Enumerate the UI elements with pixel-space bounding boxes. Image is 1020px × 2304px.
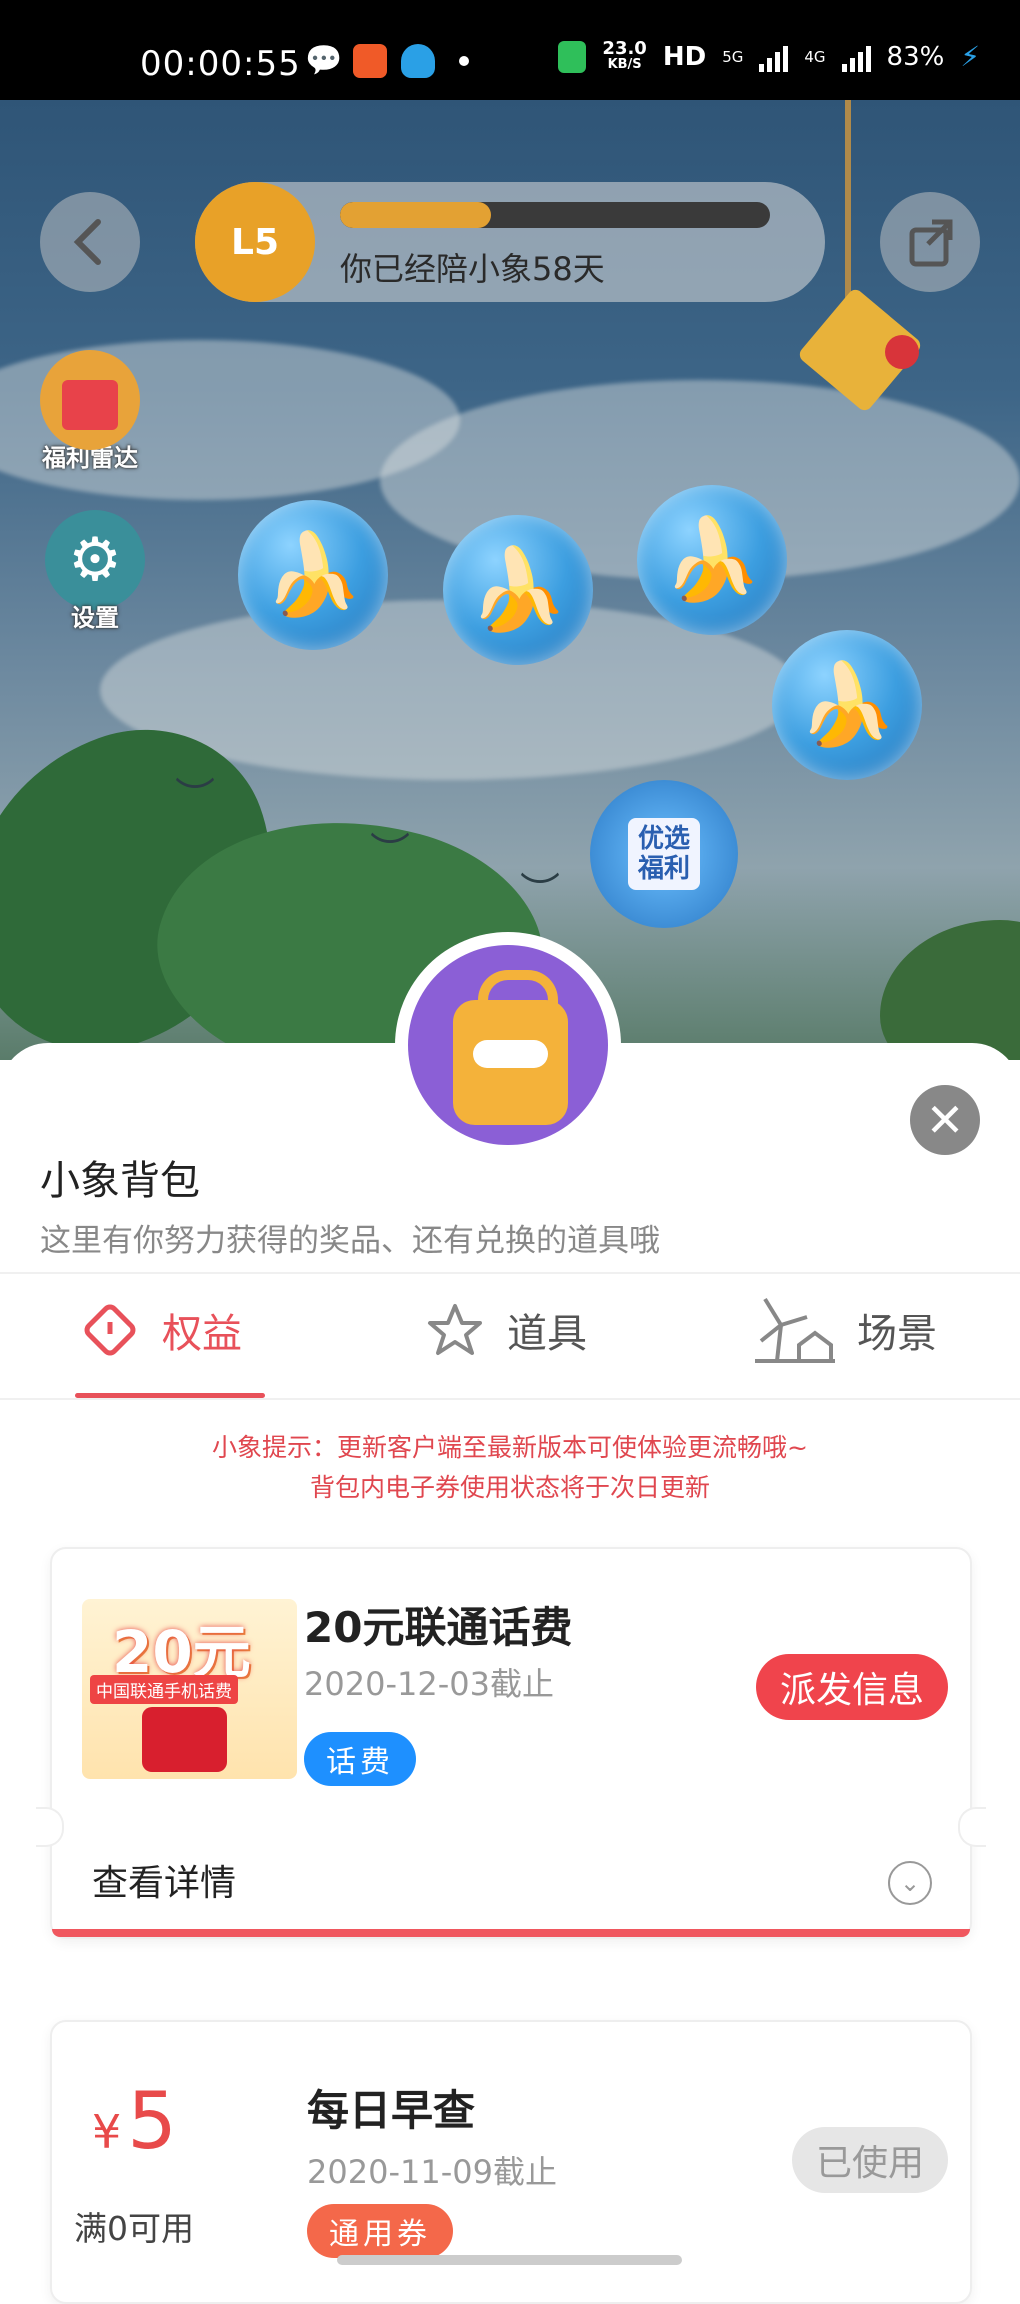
rope xyxy=(845,100,851,310)
notice-line-1: 小象提示：更新客户端至最新版本可使体验更流畅哦~ xyxy=(212,1433,808,1462)
tab-benefits-label: 权益 xyxy=(162,1311,242,1357)
phone-credit-thumbnail: 20元 中国联通手机话费 xyxy=(82,1599,297,1779)
share-button[interactable] xyxy=(880,192,980,292)
level-badge: L5 xyxy=(195,182,315,302)
min-use-text: 满0可用 xyxy=(74,2209,194,2248)
companion-days-text: 你已经陪小象58天 xyxy=(340,250,605,288)
banana-icon: 🍌 xyxy=(468,543,568,636)
banana-icon: 🍌 xyxy=(662,513,762,606)
bird-icon: ︶ xyxy=(175,775,215,821)
welfare-radar-button[interactable]: 福利雷达 xyxy=(35,350,145,473)
sheet-title: 小象背包 xyxy=(40,1158,200,1204)
settings-label: 设置 xyxy=(71,604,119,632)
signal-4g-label: 4G xyxy=(804,47,826,66)
game-scene: L5 你已经陪小象58天 福利雷达 ⚙ 设置 🍌 🍌 🍌 🍌 ︶ ︶ ︶ 优选福… xyxy=(0,100,1020,1060)
backpack-icon xyxy=(408,945,608,1145)
banana-bubble[interactable]: 🍌 xyxy=(772,630,922,780)
bird-icon: ︶ xyxy=(520,870,560,916)
thumb-caption: 中国联通手机话费 xyxy=(90,1675,238,1704)
card-accent-bar xyxy=(52,1929,970,1937)
system-indicators: 23.0 KB/S HD 5G 4G 83% ⚡ xyxy=(558,37,980,73)
shield-app-icon xyxy=(401,44,435,78)
notification-dot xyxy=(885,335,919,369)
card-deadline: 2020-11-09截止 xyxy=(307,2153,557,2191)
chevron-down-icon[interactable]: ⌄ xyxy=(888,1861,932,1905)
network-speed: 23.0 KB/S xyxy=(602,37,647,73)
hd-label: HD xyxy=(662,41,707,72)
gear-icon: ⚙ xyxy=(45,510,145,610)
used-button[interactable]: 已使用 xyxy=(791,2127,948,2193)
card-name: 每日早查 xyxy=(307,2086,476,2135)
ticket-icon xyxy=(80,1300,140,1360)
close-icon: ✕ xyxy=(925,1093,965,1147)
view-details-link[interactable]: 查看详情 xyxy=(92,1854,236,1906)
notification-icons: 💬 xyxy=(305,44,469,78)
settings-button[interactable]: ⚙ 设置 xyxy=(40,510,150,633)
backpack-avatar xyxy=(395,932,621,1158)
star-icon xyxy=(425,1300,485,1360)
level-progress-fill xyxy=(340,202,491,228)
red-packet-icon xyxy=(142,1707,227,1772)
coupon-amount: 5 xyxy=(127,2077,177,2167)
clock: 00:00:55 xyxy=(140,44,301,84)
tab-items-label: 道具 xyxy=(507,1311,587,1357)
gift-icon xyxy=(40,350,140,450)
vpn-icon xyxy=(558,40,587,73)
network-speed-value: 23.0 xyxy=(602,37,647,59)
selected-benefits-button[interactable]: 优选福利 xyxy=(590,780,738,928)
coupon-value: ¥5 xyxy=(92,2077,177,2167)
divider xyxy=(0,1272,1020,1274)
wechat-icon: 💬 xyxy=(305,43,343,78)
banana-bubble[interactable]: 🍌 xyxy=(443,515,593,665)
signal-bars-icon-2 xyxy=(841,42,871,72)
app-notification-icon xyxy=(353,44,387,78)
divider xyxy=(0,1398,1020,1400)
banana-icon: 🍌 xyxy=(263,528,363,621)
network-speed-unit: KB/S xyxy=(607,56,642,72)
banana-icon: 🍌 xyxy=(797,658,897,751)
charging-icon: ⚡ xyxy=(960,40,980,73)
sheet-subtitle: 这里有你努力获得的奖品、还有兑换的道具哦 xyxy=(40,1223,660,1259)
benefit-card: 20元 中国联通手机话费 20元联通话费 2020-12-03截止 话费 派发信… xyxy=(36,1547,986,1939)
battery-percent: 83% xyxy=(886,41,945,72)
level-progress-bar xyxy=(340,202,770,228)
windmill-icon xyxy=(755,1297,835,1363)
send-info-button[interactable]: 派发信息 xyxy=(755,1654,948,1720)
signal-bars-icon xyxy=(759,42,789,72)
home-indicator xyxy=(337,2255,682,2265)
card-notch xyxy=(958,1807,986,1847)
close-button[interactable]: ✕ xyxy=(910,1085,980,1155)
card-tag: 话费 xyxy=(304,1732,416,1786)
more-notifications-dot xyxy=(459,56,469,66)
tab-scenes[interactable]: 场景 xyxy=(755,1290,937,1370)
bird-icon: ︶ xyxy=(370,830,410,876)
card-deadline: 2020-12-03截止 xyxy=(304,1665,554,1703)
tab-benefits[interactable]: 权益 xyxy=(80,1290,242,1370)
status-bar: 00:00:55 💬 23.0 KB/S HD 5G 4G 83% ⚡ xyxy=(0,0,1020,100)
banana-bubble[interactable]: 🍌 xyxy=(238,500,388,650)
level-progress-panel: L5 你已经陪小象58天 xyxy=(195,182,825,302)
banana-bubble[interactable]: 🍌 xyxy=(637,485,787,635)
notice-line-2: 背包内电子券使用状态将于次日更新 xyxy=(309,1473,710,1502)
back-button[interactable] xyxy=(40,192,140,292)
currency-symbol: ¥ xyxy=(92,2105,122,2159)
card-name: 20元联通话费 xyxy=(304,1603,573,1652)
card-tag: 通用券 xyxy=(307,2204,453,2258)
back-arrow-icon xyxy=(73,219,101,265)
tab-items[interactable]: 道具 xyxy=(425,1290,587,1370)
share-icon xyxy=(909,219,953,267)
leaf xyxy=(880,920,1020,1060)
card-notch xyxy=(36,1807,64,1847)
tab-scenes-label: 场景 xyxy=(857,1311,937,1357)
selected-benefits-label: 优选福利 xyxy=(628,818,700,890)
signal-5g-label: 5G xyxy=(722,47,744,66)
